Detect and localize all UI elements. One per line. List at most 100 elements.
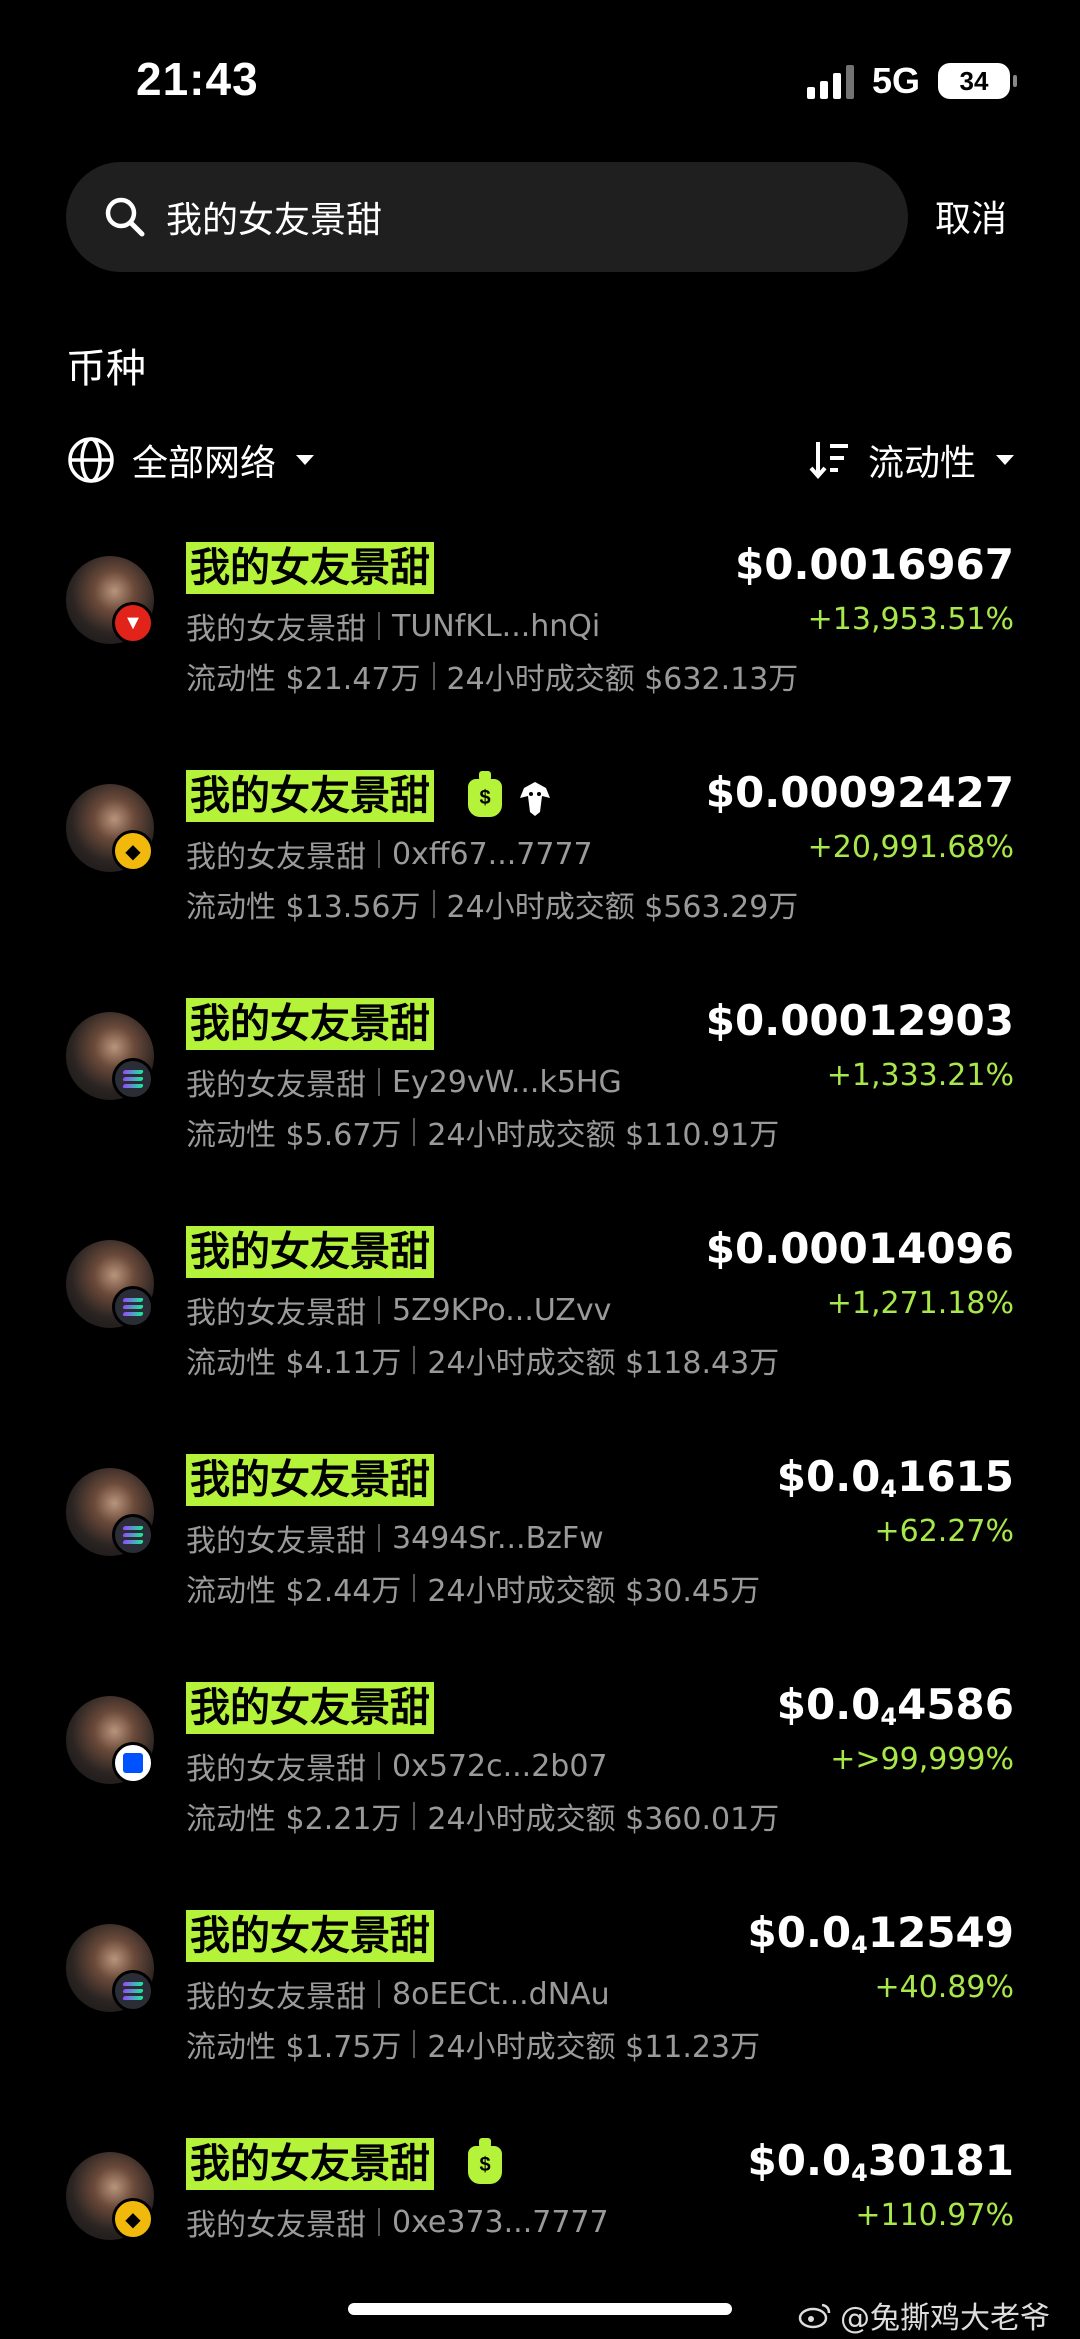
status-time: 21:43	[136, 53, 259, 105]
cancel-button[interactable]: 取消	[935, 190, 1007, 242]
sort-dropdown[interactable]: 流动性	[808, 430, 1014, 490]
status-bar: 21:43 5G 34	[0, 0, 1080, 150]
token-label: 我的女友景甜	[186, 1296, 366, 1331]
network-filter-label: 全部网络	[132, 443, 277, 484]
token-price: $0.00014096	[705, 1224, 1014, 1273]
token-liquidity: 流动性 $4.11万	[186, 1346, 402, 1381]
token-list: ▼ 我的女友景甜 我的女友景甜 TUNfKL...hnQi 流动性 $21.47万…	[0, 540, 1080, 2339]
token-liquidity: 流动性 $2.44万	[186, 1574, 402, 1609]
token-change: +20,991.68%	[807, 830, 1014, 865]
price-zero-count: 4	[851, 2159, 868, 2187]
token-price: $0.00092427	[705, 768, 1014, 817]
weibo-icon	[798, 2303, 831, 2329]
token-avatar	[66, 1696, 154, 1784]
sort-icon	[809, 442, 848, 480]
token-subtitle: 我的女友景甜 0xe373...7777	[186, 2200, 609, 2244]
token-price: $0.0412549	[748, 1908, 1014, 1959]
search-bar[interactable]	[66, 162, 908, 272]
token-avatar	[66, 1012, 154, 1100]
price-prefix: $0.0	[776, 1452, 881, 1501]
token-subtitle: 我的女友景甜 0x572c...2b07	[186, 1744, 608, 1788]
token-address: TUNfKL...hnQi	[392, 608, 601, 644]
list-item[interactable]: 我的女友景甜 我的女友景甜 Ey29vW...k5HG 流动性 $5.67万 24小…	[0, 996, 1080, 1224]
chevron-down-icon	[296, 455, 315, 465]
token-liquidity: 流动性 $5.67万	[186, 1118, 402, 1153]
token-price: $0.0016967	[735, 540, 1014, 589]
watermark: @兔撕鸡大老爷	[798, 2293, 1050, 2337]
token-avatar	[66, 1468, 154, 1556]
token-avatar: ◆	[66, 2152, 154, 2240]
solana-icon	[112, 1970, 154, 2012]
token-volume: 24小时成交额 $11.23万	[427, 2030, 761, 2065]
price-zero-count: 4	[851, 1931, 868, 1959]
token-label: 我的女友景甜	[186, 1980, 366, 2015]
token-stats: 流动性 $2.44万 24小时成交额 $30.45万	[186, 1566, 760, 1610]
token-subtitle: 我的女友景甜 Ey29vW...k5HG	[186, 1060, 622, 1104]
list-item[interactable]: ◆ 我的女友景甜 $ 我的女友景甜 0xff67...7777 流动性 $13.5…	[0, 768, 1080, 996]
token-avatar	[66, 1240, 154, 1328]
token-name: 我的女友景甜	[186, 998, 434, 1050]
token-stats: 流动性 $5.67万 24小时成交额 $110.91万	[186, 1110, 779, 1154]
token-stats: 流动性 $13.56万 24小时成交额 $563.29万	[186, 882, 798, 926]
list-item[interactable]: 我的女友景甜 我的女友景甜 0x572c...2b07 流动性 $2.21万 24小…	[0, 1680, 1080, 1908]
token-subtitle: 我的女友景甜 8oEECt...dNAu	[186, 1972, 610, 2016]
price-digits: 12549	[867, 1908, 1014, 1957]
home-indicator[interactable]	[348, 2303, 732, 2315]
token-subtitle: 我的女友景甜 3494Sr...BzFw	[186, 1516, 604, 1560]
token-address: 8oEECt...dNAu	[392, 1976, 610, 2012]
token-change: +110.97%	[855, 2198, 1014, 2233]
solana-icon	[112, 1058, 154, 1100]
token-subtitle: 我的女友景甜 TUNfKL...hnQi	[186, 604, 600, 648]
token-address: 0xff67...7777	[392, 836, 593, 872]
token-volume: 24小时成交额 $118.43万	[427, 1346, 780, 1381]
price-zero-count: 4	[880, 1475, 898, 1503]
token-price: $0.00012903	[705, 996, 1014, 1045]
eagle-icon	[520, 782, 550, 816]
list-item[interactable]: 我的女友景甜 我的女友景甜 5Z9KPo...UZvv 流动性 $4.11万 24小…	[0, 1224, 1080, 1452]
search-input[interactable]	[166, 162, 866, 272]
token-volume: 24小时成交额 $360.01万	[427, 1802, 780, 1837]
status-icons: 5G 34	[806, 60, 1017, 102]
list-item[interactable]: 我的女友景甜 我的女友景甜 3494Sr...BzFw 流动性 $2.44万 24小…	[0, 1452, 1080, 1680]
token-name: 我的女友景甜	[186, 1682, 434, 1734]
base-icon	[112, 1742, 154, 1784]
token-avatar	[66, 1924, 154, 2012]
bnb-icon: ◆	[112, 2198, 154, 2240]
token-stats: 流动性 $21.47万 24小时成交额 $632.13万	[186, 654, 798, 698]
token-label: 我的女友景甜	[186, 1752, 366, 1787]
price-zero-count: 4	[880, 1703, 898, 1731]
section-title: 币种	[66, 346, 146, 392]
token-price: $0.0430181	[748, 2136, 1014, 2187]
token-stats: 流动性 $2.21万 24小时成交额 $360.01万	[186, 1794, 779, 1838]
token-change: +13,953.51%	[807, 602, 1014, 637]
solana-icon	[112, 1286, 154, 1328]
token-name: 我的女友景甜	[186, 1226, 434, 1278]
token-change: +1,271.18%	[826, 1286, 1014, 1321]
token-change: +40.89%	[874, 1970, 1014, 2005]
token-liquidity: 流动性 $2.21万	[186, 1802, 402, 1837]
token-address: 0xe373...7777	[392, 2204, 609, 2240]
token-address: Ey29vW...k5HG	[392, 1064, 622, 1100]
network-filter-dropdown[interactable]: 全部网络	[66, 430, 315, 490]
list-item[interactable]: ▼ 我的女友景甜 我的女友景甜 TUNfKL...hnQi 流动性 $21.47万…	[0, 540, 1080, 768]
token-avatar: ◆	[66, 784, 154, 872]
token-price: $0.044586	[777, 1680, 1014, 1731]
token-volume: 24小时成交额 $30.45万	[427, 1574, 761, 1609]
token-name: 我的女友景甜	[186, 1910, 434, 1962]
token-label: 我的女友景甜	[186, 1068, 366, 1103]
token-liquidity: 流动性 $13.56万	[186, 890, 421, 925]
token-subtitle: 我的女友景甜 0xff67...7777	[186, 832, 593, 876]
token-label: 我的女友景甜	[186, 1524, 366, 1559]
sort-label: 流动性	[867, 443, 976, 484]
token-address: 5Z9KPo...UZvv	[392, 1292, 612, 1328]
token-stats: 流动性 $1.75万 24小时成交额 $11.23万	[186, 2022, 760, 2066]
price-prefix: $0.0	[747, 2136, 852, 2185]
token-tags: $	[468, 771, 554, 818]
token-stats: 流动性 $4.11万 24小时成交额 $118.43万	[186, 1338, 779, 1382]
token-subtitle: 我的女友景甜 5Z9KPo...UZvv	[186, 1288, 611, 1332]
price-prefix: $0.0	[776, 1680, 881, 1729]
signal-icon	[806, 63, 854, 99]
token-name: 我的女友景甜	[186, 542, 434, 594]
list-item[interactable]: 我的女友景甜 我的女友景甜 8oEECt...dNAu 流动性 $1.75万 24小…	[0, 1908, 1080, 2136]
token-volume: 24小时成交额 $563.29万	[446, 890, 799, 925]
